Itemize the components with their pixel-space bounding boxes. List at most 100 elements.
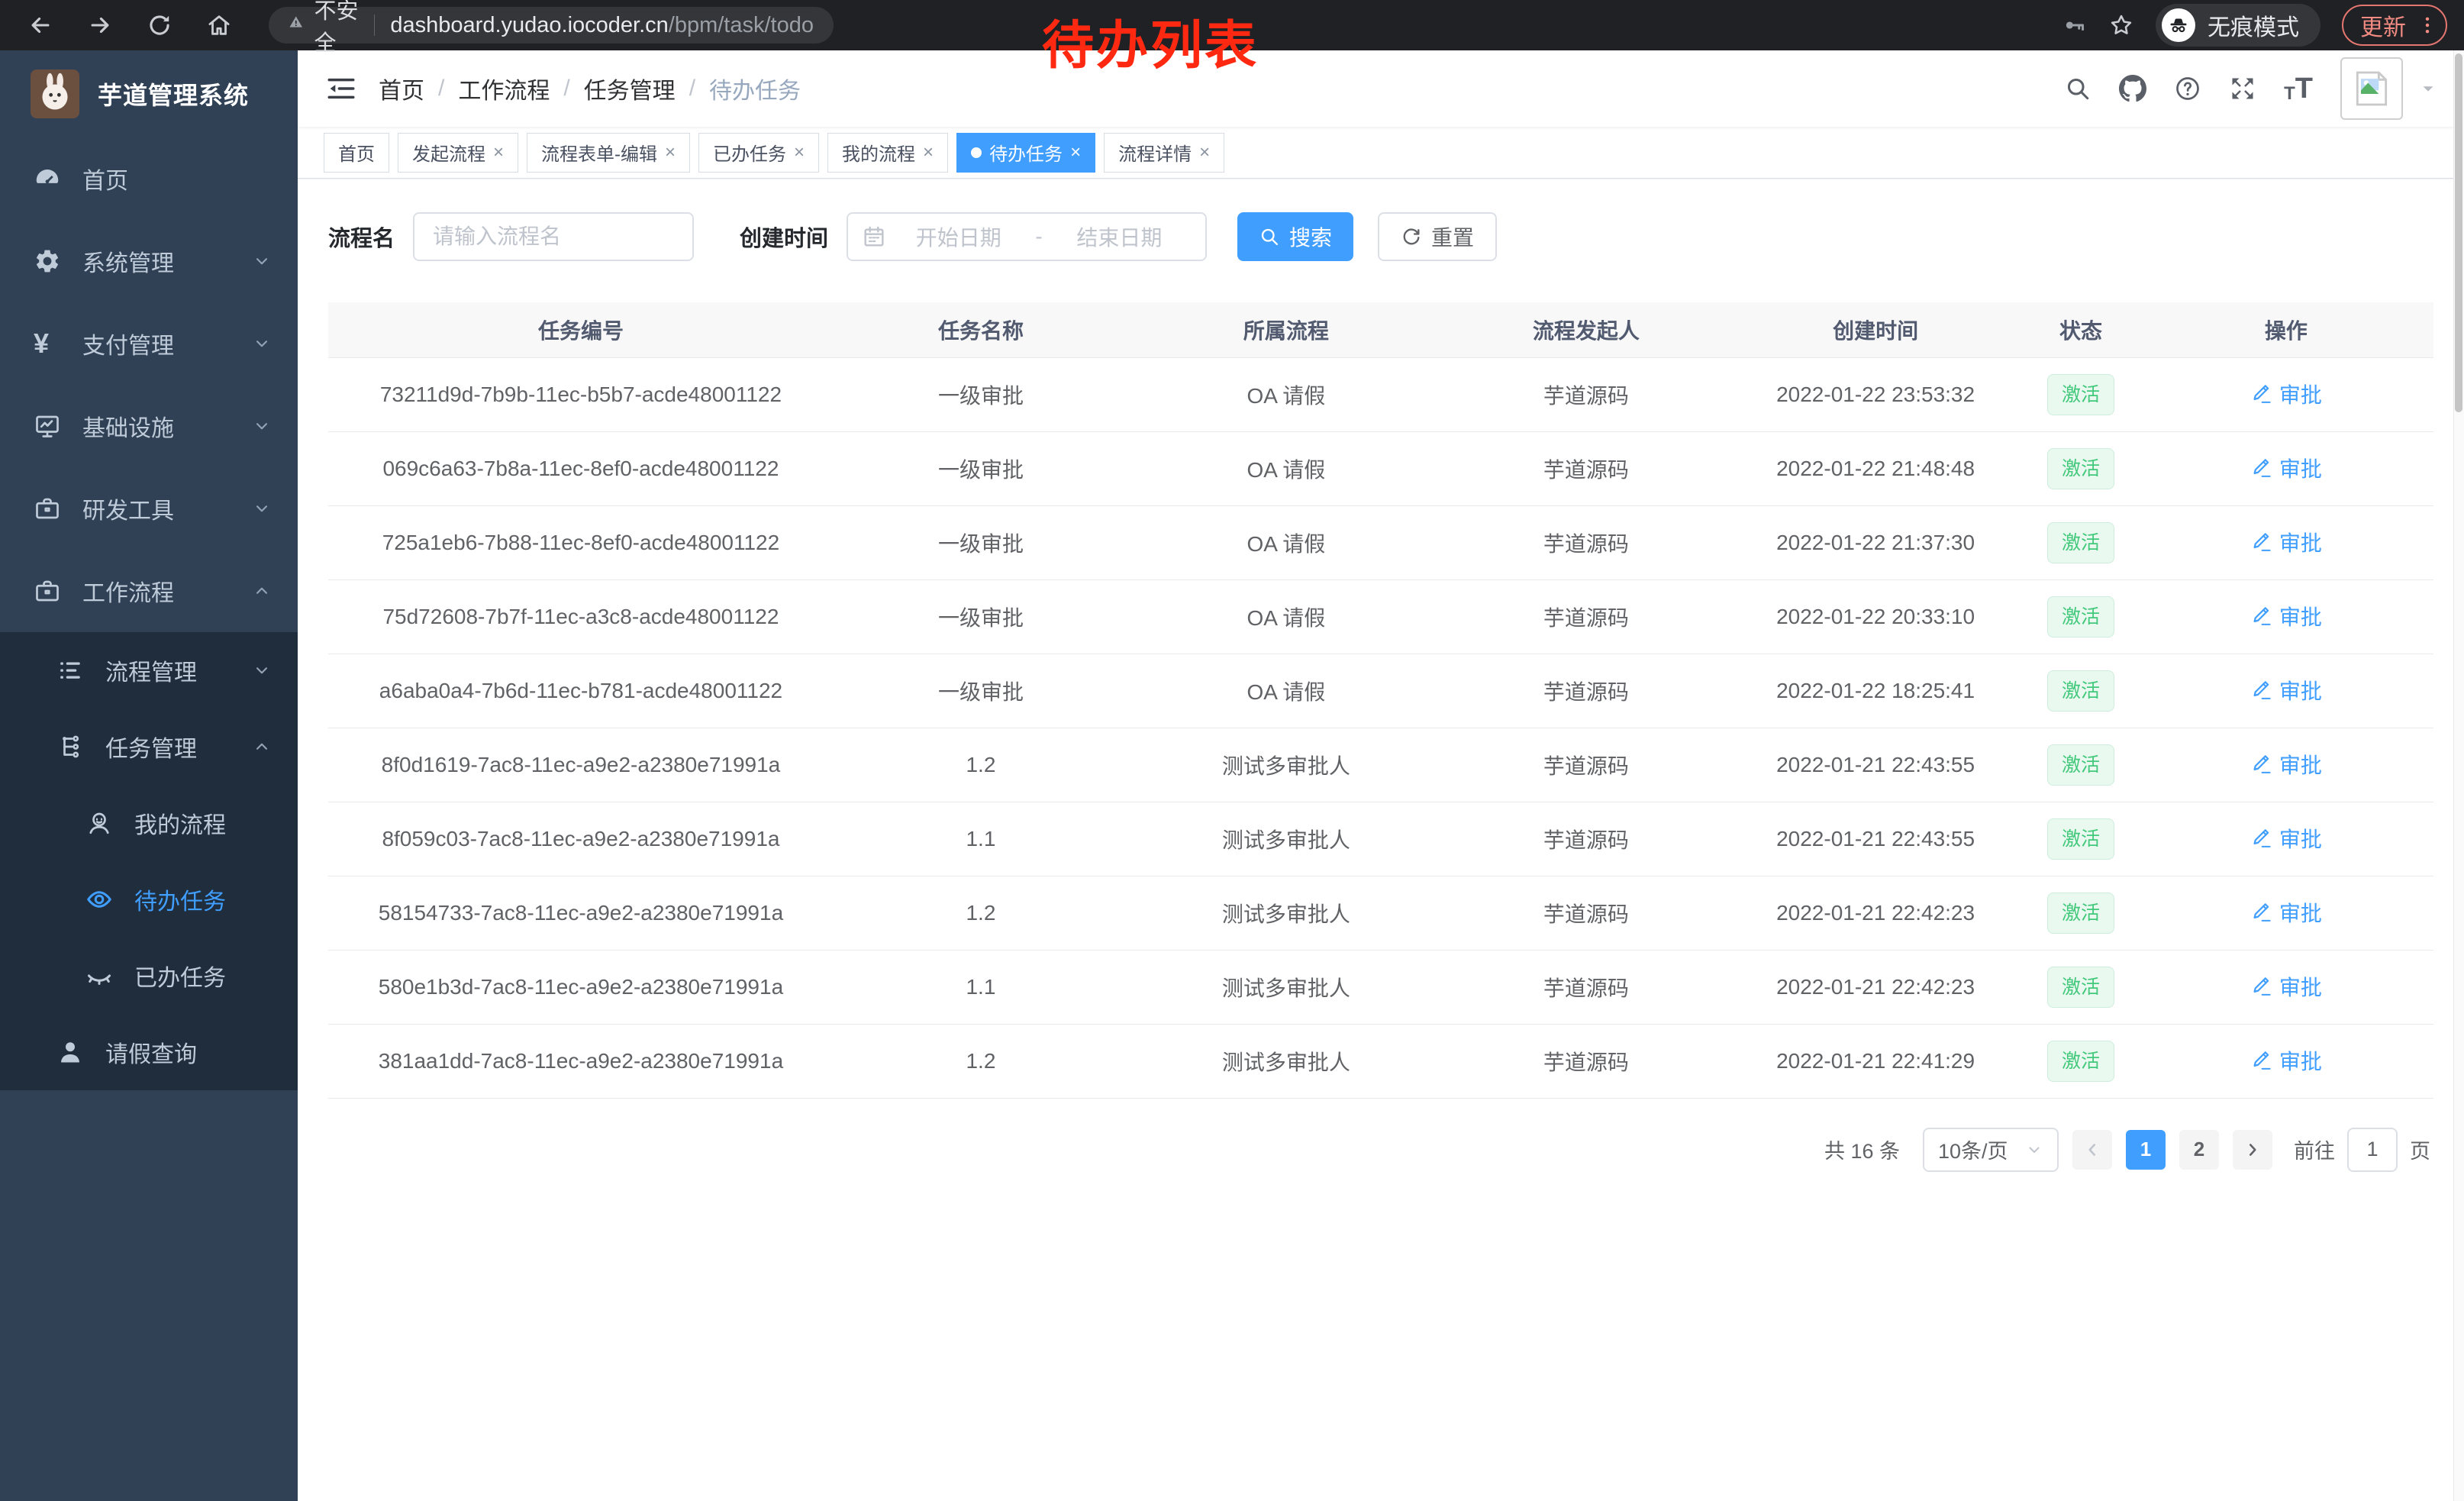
sidebar-item-payment[interactable]: ¥支付管理	[0, 302, 298, 385]
browser-back-icon[interactable]	[27, 12, 53, 38]
edit-pencil-icon	[2250, 383, 2273, 405]
close-icon[interactable]: ×	[493, 144, 504, 162]
table-row: 73211d9d-7b9b-11ec-b5b7-acde48001122一级审批…	[328, 357, 2433, 431]
font-size-icon[interactable]: TT	[2284, 74, 2313, 103]
approve-link[interactable]: 审批	[2250, 749, 2322, 780]
tab-my-process[interactable]: 我的流程×	[827, 133, 948, 173]
cell-task-name: 1.2	[834, 728, 1128, 802]
tab-launch-process[interactable]: 发起流程×	[398, 133, 518, 173]
edit-pencil-icon	[2250, 975, 2273, 998]
search-icon[interactable]	[2064, 75, 2091, 102]
breadcrumb-separator: /	[438, 76, 444, 102]
cell-starter: 芋道源码	[1444, 1024, 1728, 1098]
process-name-input[interactable]	[413, 212, 694, 261]
breadcrumb-item[interactable]: 首页	[379, 72, 424, 105]
tab-home[interactable]: 首页	[324, 133, 389, 173]
sidebar-item-devtools[interactable]: 研发工具	[0, 467, 298, 550]
col-actions: 操作	[2139, 302, 2433, 357]
url-path: /bpm/task/todo	[669, 13, 814, 38]
table-header-row: 任务编号 任务名称 所属流程 流程发起人 创建时间 状态 操作	[328, 302, 2433, 357]
page-2-button[interactable]: 2	[2179, 1130, 2219, 1170]
search-button[interactable]: 搜索	[1237, 212, 1353, 261]
col-task-name: 任务名称	[834, 302, 1128, 357]
start-date-placeholder: 开始日期	[886, 221, 1030, 252]
address-bar[interactable]: 不安全 dashboard.yudao.iocoder.cn/bpm/task/…	[269, 7, 834, 44]
close-icon[interactable]: ×	[1070, 144, 1081, 162]
close-icon[interactable]: ×	[665, 144, 676, 162]
cell-task-id: 73211d9d-7b9b-11ec-b5b7-acde48001122	[328, 357, 834, 431]
browser-reload-icon[interactable]	[147, 12, 173, 38]
prev-page-button[interactable]	[2072, 1130, 2112, 1170]
cell-process: 测试多审批人	[1128, 728, 1444, 802]
pager-left-icon	[2082, 1140, 2102, 1160]
close-icon[interactable]: ×	[923, 144, 934, 162]
cell-create-time: 2022-01-21 22:43:55	[1728, 728, 2023, 802]
goto-label: 前往	[2294, 1135, 2335, 1164]
help-icon[interactable]	[2174, 75, 2201, 102]
avatar-caret-icon[interactable]	[2420, 80, 2437, 97]
sidebar-item-leave-query[interactable]: 请假查询	[0, 1014, 298, 1090]
page-content: 流程名 创建时间 开始日期 - 结束日期 搜索 重置	[298, 179, 2464, 1172]
approve-link[interactable]: 审批	[2250, 527, 2322, 557]
browser-home-icon[interactable]	[206, 12, 232, 38]
sidebar-item-infra[interactable]: 基础设施	[0, 385, 298, 467]
approve-link[interactable]: 审批	[2250, 379, 2322, 409]
sidebar-item-my-process[interactable]: 我的流程	[0, 785, 298, 861]
sidebar-item-workflow[interactable]: 工作流程	[0, 550, 298, 632]
bookmark-star-icon[interactable]	[2108, 12, 2134, 38]
scrollbar[interactable]	[2453, 50, 2464, 1501]
approve-link[interactable]: 审批	[2250, 1045, 2322, 1076]
sidebar-item-task-mgmt[interactable]: 任务管理	[0, 709, 298, 785]
browser-forward-icon[interactable]	[87, 12, 113, 38]
sidebar-item-home[interactable]: 首页	[0, 137, 298, 220]
cell-process: 测试多审批人	[1128, 950, 1444, 1024]
sidebar-item-process-mgmt[interactable]: 流程管理	[0, 632, 298, 709]
approve-link[interactable]: 审批	[2250, 823, 2322, 854]
scrollbar-thumb[interactable]	[2455, 53, 2462, 412]
close-icon[interactable]: ×	[1199, 144, 1210, 162]
tab-todo-task[interactable]: 待办任务×	[956, 133, 1095, 173]
chevron-down-icon	[252, 499, 272, 518]
approve-link[interactable]: 审批	[2250, 675, 2322, 705]
fullscreen-icon[interactable]	[2229, 75, 2256, 102]
page-size-select[interactable]: 10条/页	[1923, 1128, 2059, 1172]
sidebar-item-todo-task[interactable]: 待办任务	[0, 861, 298, 938]
date-range-picker[interactable]: 开始日期 - 结束日期	[847, 212, 1207, 261]
tab-form-edit[interactable]: 流程表单-编辑 ×	[527, 133, 690, 173]
cell-task-id: 8f0d1619-7ac8-11ec-a9e2-a2380e71991a	[328, 728, 834, 802]
approve-link[interactable]: 审批	[2250, 601, 2322, 631]
status-badge: 激活	[2047, 1041, 2114, 1082]
browser-menu-icon[interactable]	[2417, 15, 2438, 36]
status-badge: 激活	[2047, 744, 2114, 786]
close-icon[interactable]: ×	[794, 144, 805, 162]
reset-button[interactable]: 重置	[1378, 212, 1497, 261]
breadcrumb-item[interactable]: 工作流程	[458, 72, 550, 105]
list-tree-icon	[56, 657, 84, 684]
browser-update-button[interactable]: 更新	[2342, 5, 2447, 46]
not-secure-warning-icon	[289, 15, 303, 36]
goto-page-input[interactable]	[2347, 1128, 2398, 1172]
page-1-button[interactable]: 1	[2126, 1130, 2166, 1170]
sidebar-toggle-icon[interactable]	[325, 73, 357, 105]
approve-link[interactable]: 审批	[2250, 453, 2322, 483]
cell-create-time: 2022-01-22 18:25:41	[1728, 654, 2023, 728]
cell-task-name: 1.1	[834, 950, 1128, 1024]
approve-link[interactable]: 审批	[2250, 897, 2322, 928]
avatar[interactable]	[2340, 57, 2403, 120]
next-page-button[interactable]	[2233, 1130, 2272, 1170]
tab-process-detail[interactable]: 流程详情×	[1104, 133, 1224, 173]
password-key-icon[interactable]	[2062, 13, 2087, 37]
sidebar-item-label: 工作流程	[82, 574, 174, 608]
breadcrumb-item[interactable]: 任务管理	[584, 72, 676, 105]
cell-task-id: a6aba0a4-7b6d-11ec-b781-acde48001122	[328, 654, 834, 728]
tab-done-task[interactable]: 已办任务×	[698, 133, 819, 173]
app-logo[interactable]: 芋道管理系统	[0, 50, 298, 137]
sidebar-item-done-task[interactable]: 已办任务	[0, 938, 298, 1014]
sidebar-item-label: 支付管理	[82, 327, 174, 360]
github-icon[interactable]	[2119, 75, 2146, 102]
approve-link[interactable]: 审批	[2250, 971, 2322, 1002]
sidebar-item-system[interactable]: 系统管理	[0, 220, 298, 302]
cell-task-id: 58154733-7ac8-11ec-a9e2-a2380e71991a	[328, 876, 834, 950]
tab-label: 流程表单-编辑	[541, 139, 657, 166]
breadcrumb: 首页/工作流程/任务管理/待办任务	[379, 72, 801, 105]
